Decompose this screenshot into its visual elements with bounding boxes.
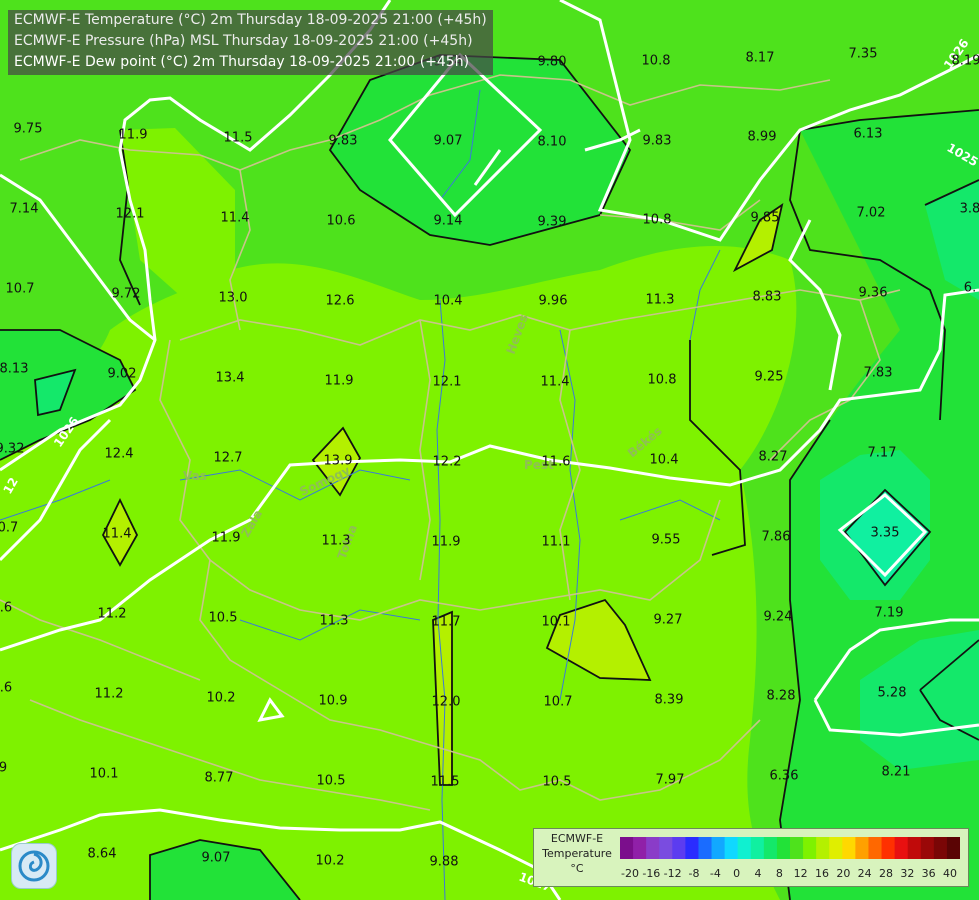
legend-swatch bbox=[946, 837, 960, 859]
legend-tick-label: 36 bbox=[921, 867, 936, 880]
provider-logo bbox=[11, 843, 57, 889]
legend-tick-label: 0 bbox=[733, 867, 741, 880]
legend-tick-label: -16 bbox=[642, 867, 661, 880]
legend-swatch bbox=[907, 837, 922, 859]
legend-tick-label: 16 bbox=[815, 867, 829, 880]
legend-source: ECMWF-E bbox=[550, 832, 604, 845]
legend-swatch bbox=[894, 837, 909, 859]
place-name: Pest bbox=[524, 458, 554, 472]
legend-tick-label: 4 bbox=[754, 867, 762, 880]
legend-swatch bbox=[620, 837, 634, 859]
legend-tick-label: 28 bbox=[879, 867, 893, 880]
legend-tick-label: -8 bbox=[688, 867, 700, 880]
legend-variable: Temperature bbox=[542, 847, 612, 860]
legend-swatch bbox=[816, 837, 830, 859]
place-name: Vas bbox=[183, 469, 207, 483]
temperature-layer-title[interactable]: ECMWF-E Temperature (°C) 2m Thursday 18-… bbox=[14, 10, 487, 31]
legend-swatch bbox=[881, 837, 896, 859]
legend-swatch bbox=[711, 837, 726, 859]
legend-swatch bbox=[646, 837, 660, 859]
legend-tick-label: 8 bbox=[775, 867, 783, 880]
legend-swatch bbox=[724, 837, 739, 859]
map-header: ECMWF-E Temperature (°C) 2m Thursday 18-… bbox=[8, 10, 493, 75]
legend-swatch bbox=[633, 837, 647, 859]
warm-temperature-region bbox=[0, 246, 797, 900]
weather-map: 1026 1025 1026 1027 12 Vas Zala Somogy T… bbox=[0, 0, 979, 900]
legend-tick-label: -12 bbox=[663, 867, 682, 880]
dewpoint-layer-title[interactable]: ECMWF-E Dew point (°C) 2m Thursday 18-09… bbox=[14, 52, 487, 73]
legend-swatch bbox=[685, 837, 699, 859]
legend-swatch bbox=[672, 837, 686, 859]
swirl-icon bbox=[18, 850, 50, 882]
legend-unit: °C bbox=[570, 862, 584, 875]
legend-tick-label: 40 bbox=[943, 867, 957, 880]
legend-color-bar bbox=[620, 837, 960, 859]
pressure-layer-title[interactable]: ECMWF-E Pressure (hPa) MSL Thursday 18-0… bbox=[14, 31, 487, 52]
legend-swatch bbox=[698, 837, 713, 859]
legend-swatch bbox=[868, 837, 883, 859]
legend-swatch bbox=[750, 837, 765, 859]
legend-tick-label: 12 bbox=[793, 867, 808, 880]
legend-tick-label: 20 bbox=[836, 867, 851, 880]
legend-tick-label: -4 bbox=[709, 867, 721, 880]
legend-swatch bbox=[842, 837, 856, 859]
legend-swatch bbox=[659, 837, 673, 859]
legend-swatch bbox=[776, 837, 791, 859]
color-legend: ECMWF-E Temperature °C -20 -16 -12 -8 -4 0 4 8 1… bbox=[533, 828, 969, 887]
legend-swatch bbox=[790, 837, 804, 859]
legend-ticks: -20 -16 -12 -8 -4 0 4 8 12 16 20 24 28 32 36 40 bbox=[620, 867, 960, 881]
legend-swatch bbox=[920, 837, 935, 859]
legend-swatch bbox=[855, 837, 869, 859]
legend-swatch bbox=[803, 837, 817, 859]
legend-tick-label: -20 bbox=[621, 867, 639, 880]
legend-swatch bbox=[737, 837, 752, 859]
legend-tick-label: 24 bbox=[857, 867, 872, 880]
map-canvas: 1026 1025 1026 1027 12 Vas Zala Somogy T… bbox=[0, 0, 979, 900]
legend-swatch bbox=[933, 837, 948, 859]
legend-tick-label: 32 bbox=[900, 867, 915, 880]
legend-swatch bbox=[763, 837, 778, 859]
legend-swatch bbox=[829, 837, 843, 859]
